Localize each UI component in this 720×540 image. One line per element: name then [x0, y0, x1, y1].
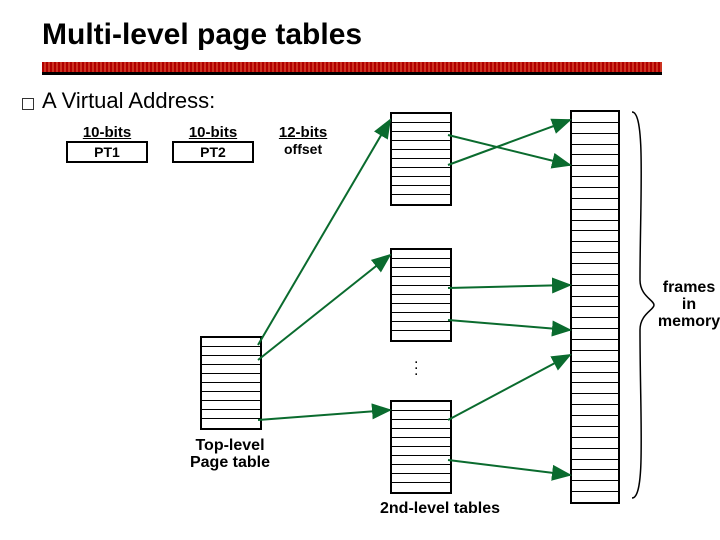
second-level-table: [390, 248, 452, 342]
va-field-offset: 12-bits offset: [278, 124, 328, 163]
title-underline: [42, 62, 662, 75]
va-field-name: PT2: [172, 141, 254, 163]
bullet-icon: [22, 98, 34, 110]
frames-label: framesinmemory: [654, 280, 720, 330]
second-level-label: 2nd-level tables: [380, 500, 500, 518]
va-field-bits: 10-bits: [66, 124, 148, 141]
top-level-label: Top-levelPage table: [180, 438, 280, 472]
va-field-name: PT1: [66, 141, 148, 163]
subtitle: A Virtual Address:: [42, 88, 215, 114]
va-field-pt2: 10-bits PT2: [172, 124, 254, 163]
page-title: Multi-level page tables: [42, 18, 362, 52]
va-field-pt1: 10-bits PT1: [66, 124, 148, 163]
second-level-table: [390, 400, 452, 494]
va-field-bits: 12-bits: [278, 124, 328, 141]
va-field-name: offset: [278, 141, 328, 157]
top-level-page-table: [200, 336, 262, 430]
second-level-table: [390, 112, 452, 206]
frames-in-memory: [570, 110, 620, 504]
virtual-address-fields: 10-bits PT1 10-bits PT2 12-bits offset: [66, 124, 328, 163]
va-field-bits: 10-bits: [172, 124, 254, 141]
ellipsis-icon: ...: [414, 356, 418, 374]
